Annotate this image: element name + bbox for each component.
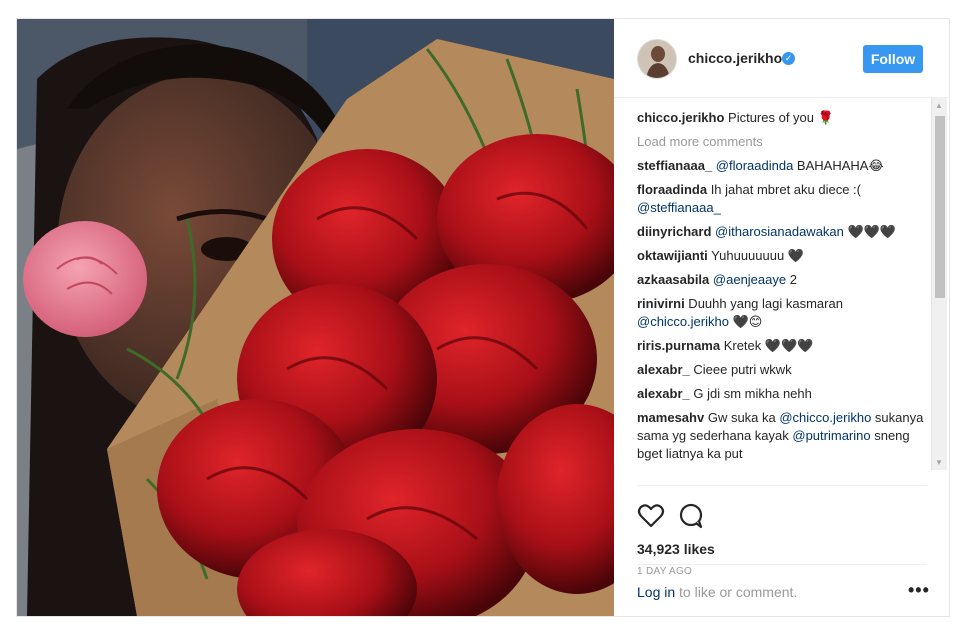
comment-text: Duuhh yang lagi kasmaran	[684, 296, 843, 311]
comment-username[interactable]: alexabr_	[637, 362, 690, 377]
post-photo[interactable]	[17, 19, 614, 616]
more-options-icon[interactable]: •••	[908, 580, 930, 601]
heart-icon[interactable]	[637, 502, 665, 530]
comment-item: riris.purnama Kretek 🖤🖤🖤	[637, 337, 930, 355]
scroll-up-arrow-icon[interactable]: ▲	[935, 101, 943, 110]
verified-badge-icon: ✓	[782, 52, 795, 65]
likes-count[interactable]: 34,923 likes	[637, 541, 715, 557]
mention-link[interactable]: @itharosianadawakan	[715, 224, 844, 239]
scroll-down-arrow-icon[interactable]: ▼	[935, 458, 943, 467]
comment-username[interactable]: rinivirni	[637, 296, 685, 311]
caption-text: Pictures of you 🌹	[724, 110, 834, 125]
comments-scrollbar[interactable]: ▲ ▼	[931, 98, 947, 470]
comment-username[interactable]: diinyrichard	[637, 224, 711, 239]
comment-text: BAHAHAHA😂	[793, 158, 884, 173]
comment-text: Ih jahat mbret aku diece :(	[707, 182, 861, 197]
caption: chicco.jerikho Pictures of you 🌹	[637, 109, 930, 127]
comment-item: floraadinda Ih jahat mbret aku diece :( …	[637, 181, 930, 217]
avatar[interactable]	[637, 39, 677, 79]
comment-text: G jdi sm mikha nehh	[689, 386, 812, 401]
comment-footer: Log in to like or comment. •••	[637, 564, 930, 616]
comment-item: rinivirni Duuhh yang lagi kasmaran @chic…	[637, 295, 930, 331]
comment-text: Kretek 🖤🖤🖤	[720, 338, 814, 353]
comment-item: alexabr_ Cieee putri wkwk	[637, 361, 930, 379]
load-more-comments-link[interactable]: Load more comments	[637, 133, 930, 151]
comment-item: diinyrichard @itharosianadawakan 🖤🖤🖤	[637, 223, 930, 241]
comment-text: 2	[786, 272, 797, 287]
comment-text: Cieee putri wkwk	[689, 362, 792, 377]
follow-button[interactable]: Follow	[863, 45, 923, 73]
mention-link[interactable]: @putrimarino	[792, 428, 870, 443]
comment-username[interactable]: mamesahv	[637, 410, 704, 425]
comment-username[interactable]: alexabr_	[637, 386, 690, 401]
post-sidebar: chicco.jerikho ✓ Follow chicco.jerikho P…	[614, 19, 949, 616]
comment-text: 🖤🖤🖤	[843, 224, 897, 239]
mention-link[interactable]: @aenjeaaye	[713, 272, 786, 287]
scrollbar-thumb[interactable]	[935, 116, 945, 298]
comment-item: steffianaaa_ @floraadinda BAHAHAHA😂	[637, 157, 930, 175]
username[interactable]: chicco.jerikho	[688, 50, 782, 66]
comment-text: 🖤😊	[728, 314, 763, 329]
comment-text: Yuhuuuuuuu 🖤	[707, 248, 804, 263]
login-prompt: Log in to like or comment.	[637, 584, 797, 600]
comment-item: mamesahv Gw suka ka @chicco.jerikho suka…	[637, 409, 930, 463]
login-prompt-text: to like or comment.	[675, 584, 798, 600]
comment-username[interactable]: riris.purnama	[637, 338, 720, 353]
mention-link[interactable]: @steffianaaa_	[637, 200, 721, 215]
mention-link[interactable]: @chicco.jerikho	[637, 314, 729, 329]
comment-username[interactable]: oktawijianti	[637, 248, 708, 263]
comment-item: alexabr_ G jdi sm mikha nehh	[637, 385, 930, 403]
comment-item: azkaasabila @aenjeaaye 2	[637, 271, 930, 289]
avatar-image	[638, 40, 676, 78]
comment-text: Gw suka ka	[704, 410, 780, 425]
mention-link[interactable]: @chicco.jerikho	[779, 410, 871, 425]
comments-list: chicco.jerikho Pictures of you 🌹 Load mo…	[637, 109, 930, 486]
mention-link[interactable]: @floraadinda	[716, 158, 794, 173]
comment-bubble-icon[interactable]	[677, 502, 705, 530]
instagram-post: chicco.jerikho ✓ Follow chicco.jerikho P…	[16, 18, 950, 617]
comment-username[interactable]: floraadinda	[637, 182, 707, 197]
post-actions: 34,923 likes 1 DAY AGO	[637, 485, 927, 577]
comment-username[interactable]: azkaasabila	[637, 272, 709, 287]
comment-item: oktawijianti Yuhuuuuuuu 🖤	[637, 247, 930, 265]
post-header: chicco.jerikho ✓ Follow	[614, 19, 949, 98]
login-link[interactable]: Log in	[637, 584, 675, 600]
comment-username[interactable]: steffianaaa_	[637, 158, 712, 173]
photo-image	[17, 19, 614, 616]
caption-username[interactable]: chicco.jerikho	[637, 110, 724, 125]
